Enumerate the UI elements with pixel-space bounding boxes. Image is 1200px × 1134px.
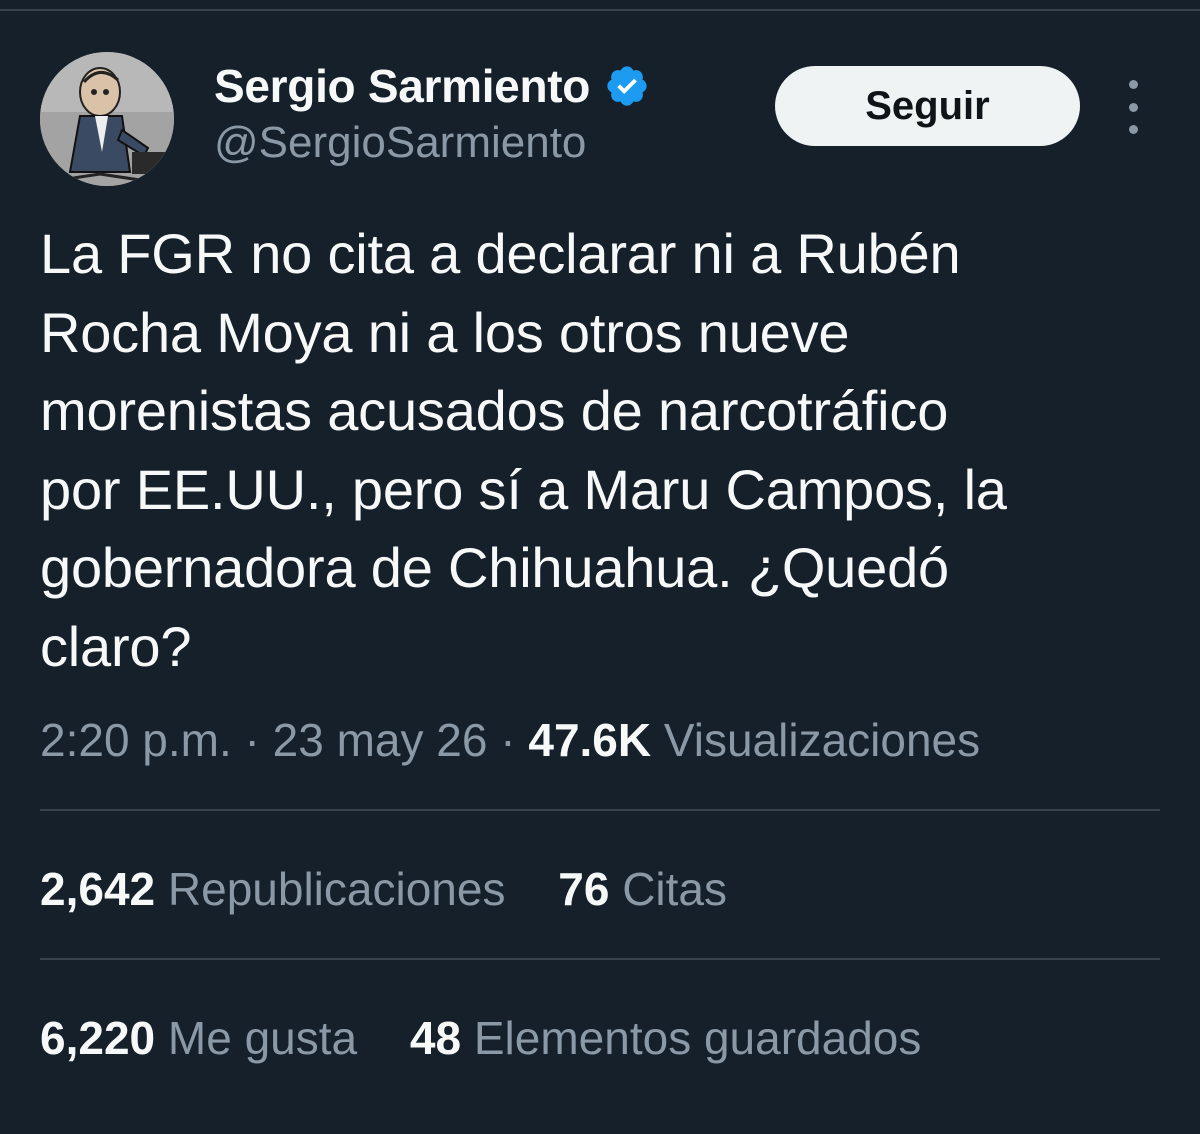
bookmarks-stat[interactable]: 48 Elementos guardados — [410, 1006, 921, 1070]
bookmarks-count: 48 — [409, 1012, 462, 1064]
tweet-detail-view: Sergio Sarmiento @SergioSarmiento Seguir… — [0, 0, 1200, 1134]
author-display-name[interactable]: Sergio Sarmiento — [214, 59, 590, 113]
more-dot — [1128, 102, 1138, 112]
quotes-stat[interactable]: 76 Citas — [558, 857, 727, 921]
avatar-caricature-icon — [40, 52, 174, 186]
likes-stats-row: 6,220 Me gusta 48 Elementos guardados — [40, 1006, 961, 1070]
reposts-stat[interactable]: 2,642 Republicaciones — [40, 857, 505, 921]
tweet-text: La FGR no cita a declarar ni a Rubén Roc… — [40, 222, 1007, 678]
avatar[interactable] — [40, 52, 174, 186]
repost-stats-row: 2,642 Republicaciones 76 Citas — [40, 857, 767, 921]
views-label[interactable]: Visualizaciones — [664, 714, 980, 766]
divider — [40, 809, 1160, 811]
reposts-label: Republicaciones — [167, 863, 506, 915]
likes-label: Me gusta — [167, 1012, 358, 1064]
tweet-meta: 2:20 p.m. · 23 may 26 · 47.6K Visualizac… — [40, 708, 980, 772]
bookmarks-label: Elementos guardados — [473, 1012, 922, 1064]
more-dot — [1128, 80, 1138, 89]
quotes-label: Citas — [622, 863, 727, 915]
divider — [40, 958, 1160, 960]
tweet-time[interactable]: 2:20 p.m. — [40, 714, 232, 766]
more-dot — [1128, 125, 1138, 134]
follow-button[interactable]: Seguir — [775, 66, 1080, 146]
likes-count: 6,220 — [40, 1012, 156, 1064]
tweet-date[interactable]: 23 may 26 — [273, 714, 488, 766]
top-divider — [0, 9, 1200, 11]
likes-stat[interactable]: 6,220 Me gusta — [40, 1006, 357, 1070]
author-name-row[interactable]: Sergio Sarmiento — [214, 58, 650, 114]
author-handle[interactable]: @SergioSarmiento — [214, 118, 586, 168]
meta-separator: · — [487, 714, 529, 766]
views-count[interactable]: 47.6K — [528, 714, 651, 766]
quotes-count: 76 — [558, 863, 610, 915]
verified-badge-icon — [607, 66, 647, 106]
more-options-icon[interactable] — [1112, 80, 1154, 134]
reposts-count: 2,642 — [40, 863, 156, 915]
meta-separator: · — [231, 714, 273, 766]
